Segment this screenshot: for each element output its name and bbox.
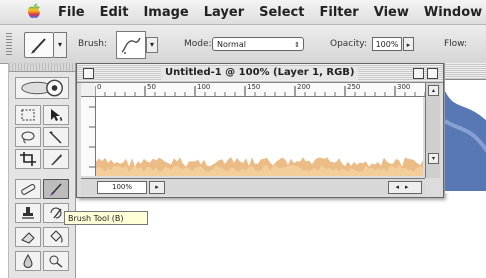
drop-icon xyxy=(23,254,33,268)
menu-select[interactable]: Select xyxy=(259,5,304,20)
background-window-titlebar[interactable] xyxy=(445,63,486,80)
background-window xyxy=(444,63,486,193)
flow-label: Flow: xyxy=(444,39,468,49)
ruler-label-0: 0 xyxy=(97,83,102,91)
document-titlebar[interactable]: Untitled-1 @ 100% (Layer 1, RGB) xyxy=(77,64,443,83)
menu-file[interactable]: File xyxy=(58,5,85,20)
opacity-label: Opacity: xyxy=(330,39,367,49)
marquee-tool[interactable] xyxy=(15,105,41,125)
stamp-icon xyxy=(22,207,34,219)
vertical-ruler[interactable] xyxy=(81,97,96,176)
scroll-down-arrow-icon[interactable]: ▾ xyxy=(428,153,439,164)
lasso-icon xyxy=(21,131,35,144)
brush-icon xyxy=(50,183,62,196)
document-window: Untitled-1 @ 100% (Layer 1, RGB) 0 50 10… xyxy=(76,63,444,198)
ruler-origin[interactable] xyxy=(81,83,96,97)
brush-stroke-icon xyxy=(121,37,141,54)
slice-knife-icon xyxy=(51,154,62,165)
ruler-label-150: 150 xyxy=(247,83,261,91)
toolbox xyxy=(8,63,76,278)
dodge-icon xyxy=(49,255,63,268)
ruler-label-100: 100 xyxy=(197,83,211,91)
menu-image[interactable]: Image xyxy=(143,5,188,20)
toolbox-grip[interactable] xyxy=(9,63,75,72)
magic-wand-icon xyxy=(49,131,62,144)
slice-tool[interactable] xyxy=(43,149,69,169)
magic-wand-tool[interactable] xyxy=(43,127,69,147)
collapse-box-icon[interactable] xyxy=(427,68,438,79)
blur-tool[interactable] xyxy=(15,251,41,271)
ruler-label-300: 300 xyxy=(397,83,411,91)
zoom-box-icon[interactable] xyxy=(413,68,424,79)
tool-tooltip: Brush Tool (B) xyxy=(64,211,148,225)
background-window-image xyxy=(445,91,486,191)
mode-select[interactable]: Normal ⇕ xyxy=(212,37,304,51)
document-title: Untitled-1 @ 100% (Layer 1, RGB) xyxy=(161,66,359,80)
crop-tool[interactable] xyxy=(15,149,41,169)
menu-view[interactable]: View xyxy=(374,5,409,20)
paint-bucket-icon xyxy=(50,230,63,243)
brush-label: Brush: xyxy=(78,39,108,49)
horizontal-scroll-arrows[interactable]: ◂▸ xyxy=(388,181,422,194)
eye-logo-icon xyxy=(21,79,63,97)
options-bar: ▾ Brush: ▾ Mode: Normal ⇕ Opacity: 100% … xyxy=(0,25,486,64)
eraser-icon xyxy=(21,232,35,244)
history-brush-icon xyxy=(50,207,62,219)
brush-picker[interactable] xyxy=(116,31,146,59)
bandage-icon xyxy=(21,184,36,195)
dodge-tool[interactable] xyxy=(43,251,69,271)
menu-layer[interactable]: Layer xyxy=(204,5,244,20)
tool-preset-dropdown[interactable]: ▾ xyxy=(54,32,67,58)
clone-stamp-tool[interactable] xyxy=(15,203,41,223)
horizontal-ruler[interactable]: 0 50 100 150 200 250 300 xyxy=(95,83,425,97)
close-box-icon[interactable] xyxy=(83,68,94,79)
menu-filter[interactable]: Filter xyxy=(319,5,358,20)
move-tool[interactable] xyxy=(43,105,69,125)
brush-dropdown[interactable]: ▾ xyxy=(146,37,158,53)
mode-value: Normal xyxy=(217,40,246,49)
opacity-field[interactable]: 100% xyxy=(372,37,402,51)
document-canvas[interactable] xyxy=(96,97,423,176)
updown-arrows-icon: ⇕ xyxy=(294,41,300,49)
scroll-up-arrow-icon[interactable]: ▴ xyxy=(428,85,439,96)
document-statusbar: 100% ▸ ◂▸ xyxy=(81,178,425,195)
menu-window[interactable]: Window xyxy=(424,5,482,20)
eraser-tool[interactable] xyxy=(15,227,41,247)
gradient-tool[interactable] xyxy=(43,227,69,247)
vertical-ruler-ticks xyxy=(89,106,95,168)
crop-icon xyxy=(20,152,36,166)
brush-icon xyxy=(31,38,46,54)
brush-tool[interactable] xyxy=(43,179,69,199)
menu-bar: File Edit Image Layer Select Filter View… xyxy=(0,0,486,25)
ruler-label-50: 50 xyxy=(147,83,156,91)
ruler-label-200: 200 xyxy=(297,83,311,91)
healing-brush-tool[interactable] xyxy=(15,179,41,199)
lasso-tool[interactable] xyxy=(15,127,41,147)
brush-stroke-paint xyxy=(96,157,423,176)
zoom-level-field[interactable]: 100% xyxy=(97,181,147,194)
status-info-button[interactable]: ▸ xyxy=(149,181,165,194)
rect-marquee-icon xyxy=(21,109,35,121)
move-arrow-icon xyxy=(51,109,63,121)
apple-logo-icon[interactable] xyxy=(26,3,42,20)
toolbox-header-logo[interactable] xyxy=(15,77,69,99)
tool-preset-picker[interactable] xyxy=(24,32,54,58)
menu-edit[interactable]: Edit xyxy=(100,5,129,20)
vertical-scrollbar[interactable]: ▴ ▾ xyxy=(425,83,440,178)
options-bar-grip[interactable] xyxy=(6,33,12,57)
mode-label: Mode: xyxy=(184,39,212,49)
opacity-slider-arrow[interactable]: ▸ xyxy=(403,37,414,51)
ruler-label-250: 250 xyxy=(347,83,361,91)
